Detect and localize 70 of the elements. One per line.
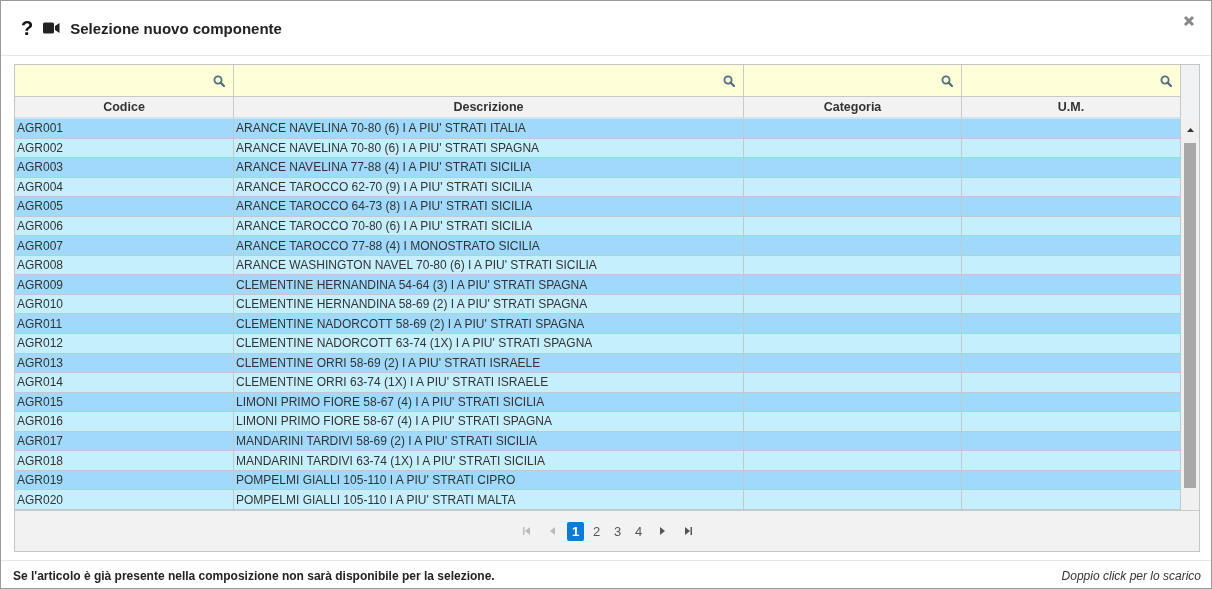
table-row[interactable]: AGR009 CLEMENTINE HERNANDINA 54-64 (3) I A PIU' STRATI SPAGNA: [15, 275, 1181, 295]
table-cell: ARANCE TAROCCO 77-88 (4) I MONOSTRATO SICILIA: [234, 236, 744, 256]
table-cell: ARANCE NAVELINA 77-88 (4) I A PIU' STRATI SICILIA: [234, 158, 744, 178]
table-row[interactable]: AGR008 ARANCE WASHINGTON NAVEL 70-80 (6) I A PIU' STRATI SICILIA: [15, 255, 1181, 276]
search-icon[interactable]: [941, 74, 953, 87]
next-page-icon: [657, 526, 667, 536]
table-row[interactable]: AGR014 CLEMENTINE ORRI 63-74 (1X) I A PIU' STRATI ISRAELE: [15, 373, 1181, 393]
corner-cell: [1181, 97, 1199, 119]
close-button[interactable]: [1183, 15, 1197, 29]
column-header[interactable]: Codice: [15, 97, 234, 119]
table-row[interactable]: AGR013 CLEMENTINE ORRI 58-69 (2) I A PIU' STRATI ISRAELE: [15, 353, 1181, 374]
table-cell: MANDARINI TARDIVI 63-74 (1X) I A PIU' STRATI SICILIA: [234, 451, 744, 471]
table-cell: AGR012: [15, 334, 234, 354]
corner-cell: [1181, 65, 1199, 97]
footer-note: Se l'articolo è già presente nella composizione non sarà disponibile per la selezione.: [13, 569, 495, 583]
table-cell: AGR020: [15, 490, 234, 510]
page-button[interactable]: 2: [588, 521, 605, 541]
search-icon[interactable]: [213, 74, 225, 87]
video-camera-icon: [43, 22, 61, 34]
table-cell: AGR014: [15, 373, 234, 393]
page-button[interactable]: 1: [567, 521, 584, 541]
table-cell: AGR018: [15, 451, 234, 471]
table-row[interactable]: AGR003 ARANCE NAVELINA 77-88 (4) I A PIU' STRATI SICILIA: [15, 158, 1181, 178]
table-row[interactable]: AGR005 ARANCE TAROCCO 64-73 (8) I A PIU' STRATI SICILIA: [15, 197, 1181, 217]
footer-hint: Doppio click per lo scarico: [1061, 569, 1201, 583]
filter-field[interactable]: [744, 65, 962, 97]
filter-field[interactable]: [962, 65, 1181, 97]
table-cell: AGR007: [15, 236, 234, 256]
table-cell: ARANCE TAROCCO 64-73 (8) I A PIU' STRATI SICILIA: [234, 197, 744, 217]
table-cell: CLEMENTINE HERNANDINA 54-64 (3) I A PIU' STRATI SPAGNA: [234, 275, 744, 295]
table-row[interactable]: AGR001 ARANCE NAVELINA 70-80 (6) I A PIU' STRATI ITALIA: [15, 119, 1181, 139]
table-cell: AGR009: [15, 275, 234, 295]
table-row[interactable]: AGR011 CLEMENTINE NADORCOTT 58-69 (2) I A PIU' STRATI SPAGNA: [15, 314, 1181, 334]
column-header[interactable]: Categoria: [744, 97, 962, 119]
help-icon[interactable]: ?: [21, 16, 34, 40]
table-row[interactable]: AGR017 MANDARINI TARDIVI 58-69 (2) I A PIU' STRATI SICILIA: [15, 431, 1181, 452]
table-row[interactable]: AGR006 ARANCE TAROCCO 70-80 (6) I A PIU' STRATI SICILIA: [15, 216, 1181, 237]
table-cell: AGR001: [15, 119, 234, 139]
table-row[interactable]: AGR019 POMPELMI GIALLI 105-110 I A PIU' STRATI CIPRO: [15, 470, 1181, 491]
scrollbar[interactable]: [1181, 119, 1199, 510]
table-row[interactable]: AGR010 CLEMENTINE HERNANDINA 58-69 (2) I A PIU' STRATI SPAGNA: [15, 294, 1181, 315]
table-row[interactable]: AGR012 CLEMENTINE NADORCOTT 63-74 (1X) I A PIU' STRATI SPAGNA: [15, 334, 1181, 354]
table-cell: CLEMENTINE NADORCOTT 63-74 (1X) I A PIU' STRATI SPAGNA: [234, 334, 744, 354]
table-cell: AGR003: [15, 158, 234, 178]
page-button[interactable]: 3: [609, 521, 626, 541]
filter-field[interactable]: [234, 65, 744, 97]
table-row[interactable]: AGR015 LIMONI PRIMO FIORE 58-67 (4) I A PIU' STRATI SICILIA: [15, 392, 1181, 413]
first-page-icon: [521, 526, 531, 536]
dialog-title: Selezione nuovo componente: [70, 19, 283, 37]
column-header[interactable]: U.M.: [962, 97, 1181, 119]
table-cell: CLEMENTINE ORRI 63-74 (1X) I A PIU' STRATI ISRAELE: [234, 373, 744, 393]
table-cell: AGR005: [15, 197, 234, 217]
search-icon[interactable]: [723, 74, 735, 87]
table-cell: POMPELMI GIALLI 105-110 I A PIU' STRATI MALTA: [234, 490, 744, 510]
search-icon[interactable]: [1160, 74, 1172, 87]
filter-field[interactable]: [15, 65, 234, 97]
page-button[interactable]: 4: [630, 521, 647, 541]
table-row[interactable]: AGR018 MANDARINI TARDIVI 63-74 (1X) I A PIU' STRATI SICILIA: [15, 451, 1181, 471]
table-cell: AGR016: [15, 412, 234, 432]
table-row[interactable]: AGR020 POMPELMI GIALLI 105-110 I A PIU' STRATI MALTA: [15, 490, 1181, 510]
table-cell: ARANCE NAVELINA 70-80 (6) I A PIU' STRATI ITALIA: [234, 119, 744, 139]
table-row[interactable]: AGR016 LIMONI PRIMO FIORE 58-67 (4) I A PIU' STRATI SPAGNA: [15, 412, 1181, 432]
scroll-up-icon: [1185, 125, 1195, 135]
scroll-thumb[interactable]: [1184, 143, 1196, 488]
table-row[interactable]: AGR002 ARANCE NAVELINA 70-80 (6) I A PIU' STRATI SPAGNA: [15, 138, 1181, 159]
table-row[interactable]: AGR004 ARANCE TAROCCO 62-70 (9) I A PIU' STRATI SICILIA: [15, 177, 1181, 198]
column-header[interactable]: Descrizione: [234, 97, 744, 119]
last-page-icon: [683, 526, 693, 536]
table-row[interactable]: AGR007 ARANCE TAROCCO 77-88 (4) I MONOSTRATO SICILIA: [15, 236, 1181, 256]
table-cell: LIMONI PRIMO FIORE 58-67 (4) I A PIU' STRATI SPAGNA: [234, 412, 744, 432]
